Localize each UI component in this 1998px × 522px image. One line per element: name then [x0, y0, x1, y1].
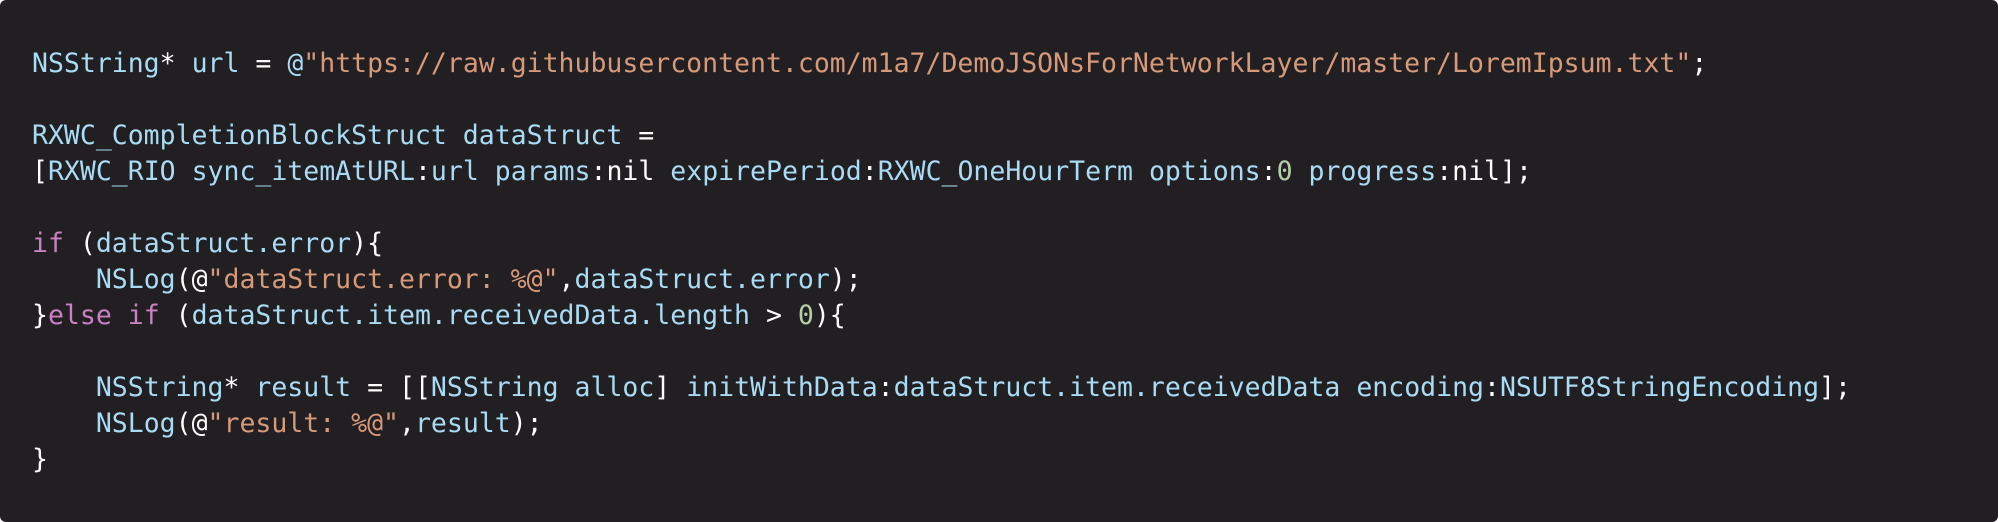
- code-token-plain: ];: [1819, 372, 1851, 403]
- code-token-identifier: url: [430, 156, 479, 187]
- code-token-identifier: NSLog: [95, 408, 176, 439]
- code-token-identifier: options: [1148, 156, 1261, 187]
- code-token-number: 0: [1276, 156, 1293, 187]
- code-token-plain: *: [159, 48, 192, 79]
- code-token-plain: =: [239, 48, 288, 79]
- code-token-plain: ,: [558, 264, 575, 295]
- code-token-identifier: expirePeriod: [670, 156, 862, 187]
- code-line: RXWC_CompletionBlockStruct dataStruct =: [32, 118, 1998, 154]
- code-token-plain: ){: [351, 228, 384, 259]
- code-token-plain: :: [861, 156, 878, 187]
- code-token-plain: [: [32, 156, 48, 187]
- code-line: }: [32, 442, 1998, 478]
- code-token-plain: ,: [398, 408, 415, 439]
- code-token-keyword: if: [32, 228, 64, 259]
- code-token-identifier: dataStruct.error: [574, 264, 830, 295]
- code-token-plain: :nil: [590, 156, 671, 187]
- code-token-identifier: result: [414, 408, 511, 439]
- code-token-identifier: params: [494, 156, 591, 187]
- code-token-plain: :: [414, 156, 431, 187]
- code-token-plain: (: [159, 300, 192, 331]
- code-block: NSString* url = @"https://raw.githubuser…: [0, 0, 1998, 522]
- code-line: if (dataStruct.error){: [32, 226, 1998, 262]
- code-line: NSString* url = @"https://raw.githubuser…: [32, 46, 1998, 82]
- code-token-string: "result: %@": [207, 408, 399, 439]
- code-token-identifier: dataStruct: [462, 120, 623, 151]
- code-token-identifier: url: [191, 48, 240, 79]
- code-token-identifier: sync_itemAtURL: [191, 156, 415, 187]
- code-line: NSLog(@"result: %@",result);: [32, 406, 1998, 442]
- code-token-plain: ;: [1691, 48, 1708, 79]
- code-token-plain: (: [63, 228, 96, 259]
- code-token-identifier: RXWC_CompletionBlockStruct: [32, 120, 447, 151]
- code-token-identifier: RXWC_RIO: [47, 156, 176, 187]
- code-token-identifier: encoding: [1356, 372, 1484, 403]
- code-token-plain: :nil];: [1436, 156, 1532, 187]
- code-line: [RXWC_RIO sync_itemAtURL:url params:nil …: [32, 154, 1998, 190]
- code-token-identifier: NSString: [430, 372, 559, 403]
- code-token-keyword: else if: [47, 300, 160, 331]
- code-token-plain: (@: [175, 264, 208, 295]
- code-token-identifier: dataStruct.item.receivedData: [893, 372, 1341, 403]
- code-token-plain: }: [32, 444, 48, 475]
- code-token-plain: );: [829, 264, 862, 295]
- code-token-identifier: progress: [1308, 156, 1437, 187]
- code-token-identifier: initWithData: [686, 372, 878, 403]
- code-token-plain: =: [622, 120, 655, 151]
- code-token-identifier: @: [287, 48, 304, 79]
- code-token-identifier: dataStruct.error: [95, 228, 352, 259]
- code-token-identifier: NSUTF8StringEncoding: [1499, 372, 1820, 403]
- code-token-identifier: NSString: [95, 372, 224, 403]
- code-token-plain: :: [1260, 156, 1277, 187]
- code-token-plain: ){: [813, 300, 846, 331]
- code-token-identifier: NSLog: [95, 264, 176, 295]
- code-token-identifier: dataStruct.item.receivedData.length: [191, 300, 750, 331]
- code-token-plain: = [[: [351, 372, 431, 403]
- code-token-number: 0: [797, 300, 814, 331]
- code-token-identifier: alloc: [574, 372, 655, 403]
- code-token-identifier: RXWC_OneHourTerm: [877, 156, 1133, 187]
- code-token-plain: );: [510, 408, 543, 439]
- code-token-plain: ]: [654, 372, 687, 403]
- code-token-identifier: NSString: [32, 48, 160, 79]
- code-token-plain: (@: [175, 408, 208, 439]
- code-token-plain: }: [32, 300, 48, 331]
- code-line: NSLog(@"dataStruct.error: %@",dataStruct…: [32, 262, 1998, 298]
- code-token-identifier: result: [255, 372, 352, 403]
- code-token-string: "dataStruct.error: %@": [207, 264, 559, 295]
- code-line: NSString* result = [[NSString alloc] ini…: [32, 370, 1998, 406]
- code-token-plain: >: [749, 300, 798, 331]
- code-token-plain: *: [223, 372, 256, 403]
- code-token-plain: :: [877, 372, 894, 403]
- code-line: }else if (dataStruct.item.receivedData.l…: [32, 298, 1998, 334]
- code-token-plain: :: [1483, 372, 1500, 403]
- code-token-string: "https://raw.githubusercontent.com/m1a7/…: [303, 48, 1692, 79]
